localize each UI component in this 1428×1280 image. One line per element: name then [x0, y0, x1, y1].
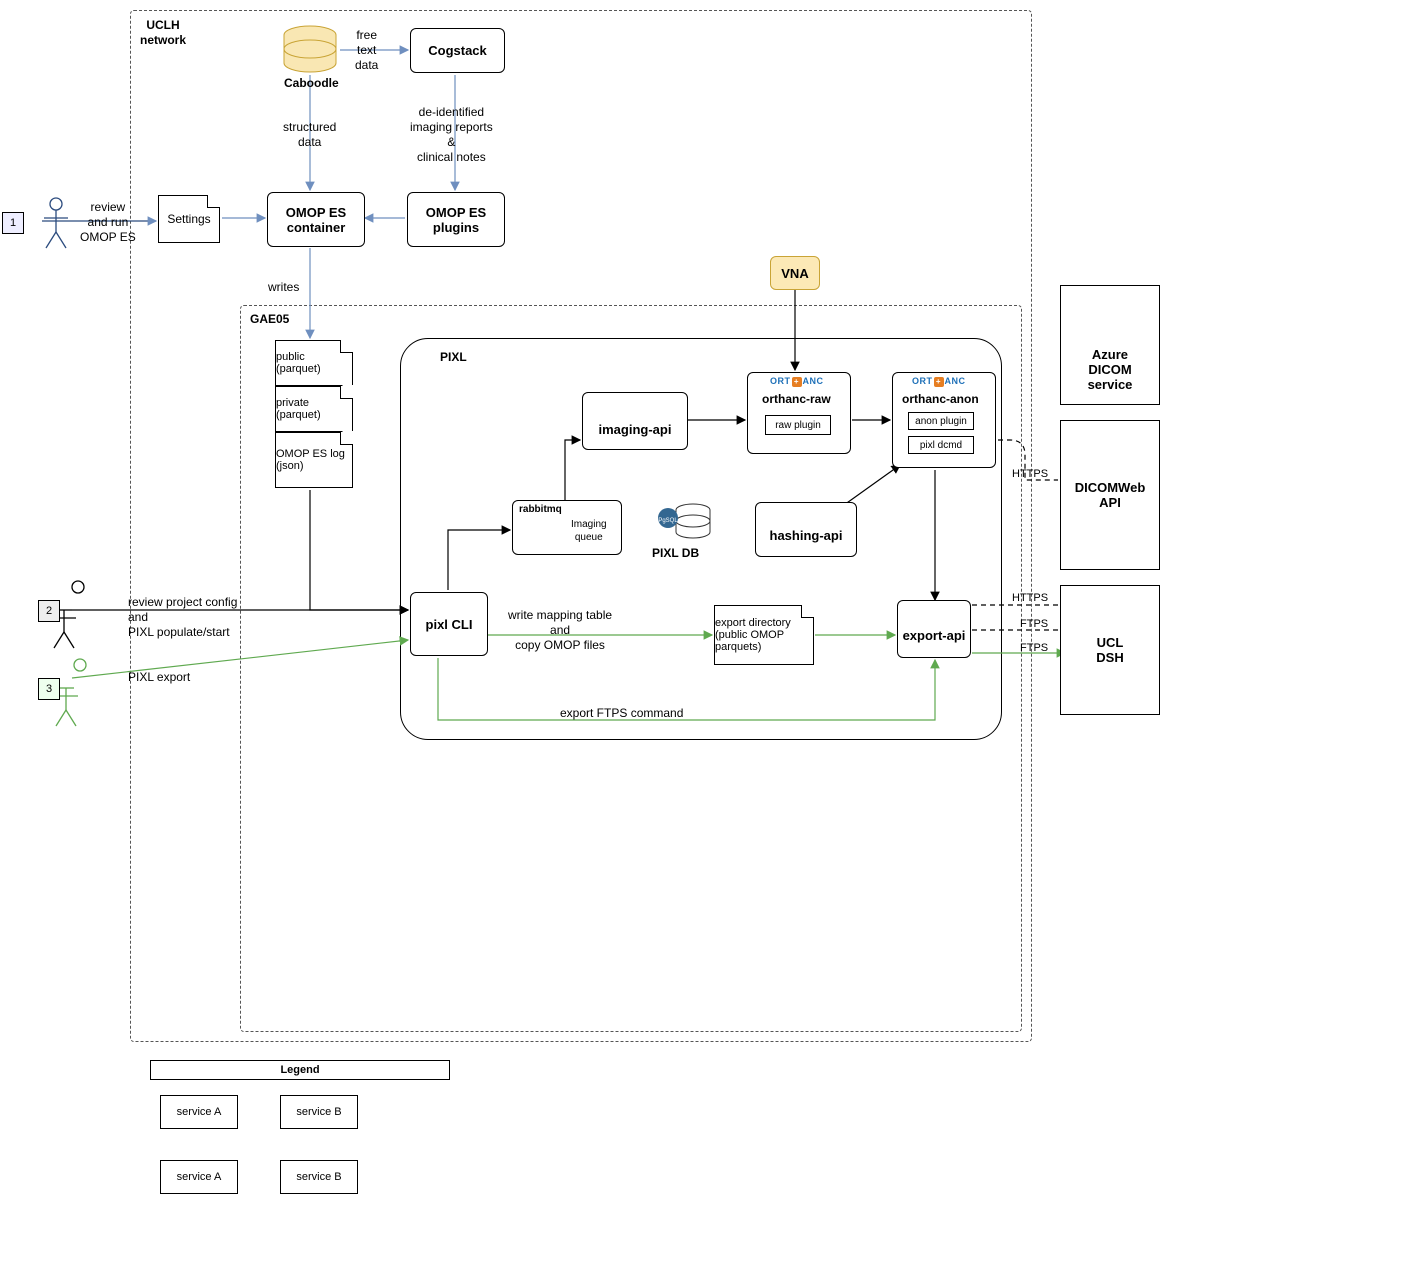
omop-plugins-box: OMOP ES plugins: [407, 192, 505, 247]
edge-https1: HTTPS: [1012, 468, 1048, 482]
azure-dicom-box: Azure DICOM service: [1060, 285, 1160, 405]
edge-review-run: review and run OMOP ES: [80, 200, 136, 245]
actor-3-tag: 3: [38, 678, 60, 700]
pixl-dcmd-box: pixl dcmd: [908, 436, 974, 454]
edge-ftps1: FTPS: [1020, 618, 1048, 632]
orthanc-logo-anon: ORT+ANC: [912, 376, 966, 387]
legend-a1: service A: [160, 1095, 238, 1129]
settings-label: Settings: [167, 212, 210, 226]
edge-deid: de-identified imaging reports & clinical…: [410, 105, 493, 165]
edge-pixl-export: PIXL export: [128, 670, 190, 685]
actor-1-tag: 1: [2, 212, 24, 234]
legend-title: Legend: [150, 1060, 450, 1080]
pixl-db-label: PIXL DB: [652, 546, 699, 561]
raw-plugin-box: raw plugin: [765, 415, 831, 435]
pixl-label: PIXL: [440, 350, 467, 365]
cogstack-box: Cogstack: [410, 28, 505, 73]
edge-review-project: review project config and PIXL populate/…: [128, 595, 237, 640]
actor-2-tag: 2: [38, 600, 60, 622]
ucl-dsh-box: UCL DSH: [1060, 585, 1160, 715]
dicomweb-box: DICOMWeb API: [1060, 420, 1160, 570]
edge-ftps2: FTPS: [1020, 642, 1048, 656]
imaging-queue-label: Imaging queue: [571, 519, 607, 544]
edge-write-mapping: write mapping table and copy OMOP files: [508, 608, 612, 653]
legend-frame: [150, 1060, 450, 1220]
edge-export-ftps: export FTPS command: [560, 706, 683, 721]
edge-writes: writes: [268, 280, 299, 295]
export-api-box: export-api: [897, 600, 971, 658]
caboodle-label: Caboodle: [284, 76, 339, 91]
private-parquet-file: private (parquet): [275, 386, 353, 432]
vna-box: VNA: [770, 256, 820, 290]
rabbitmq-label: rabbitmq: [519, 504, 562, 517]
export-dir-file: export directory (public OMOP parquets): [714, 605, 814, 665]
edge-free-text: free text data: [355, 28, 378, 73]
omop-container-box: OMOP ES container: [267, 192, 365, 247]
pixl-cli-box: pixl CLI: [410, 592, 488, 656]
orthanc-logo-raw: ORT+ANC: [770, 376, 824, 387]
edge-structured: structured data: [283, 120, 336, 150]
legend-b2: service B: [280, 1160, 358, 1194]
settings-file: Settings: [158, 195, 220, 243]
orthanc-raw-label: orthanc-raw: [762, 392, 831, 407]
imaging-api-box: imaging-api: [582, 392, 688, 450]
public-parquet-file: public (parquet): [275, 340, 353, 386]
anon-plugin-box: anon plugin: [908, 412, 974, 430]
orthanc-anon-label: orthanc-anon: [902, 392, 979, 407]
omop-log-file: OMOP ES log (json): [275, 432, 353, 488]
uclh-network-label: UCLH network: [140, 18, 186, 48]
legend-b1: service B: [280, 1095, 358, 1129]
edge-https2: HTTPS: [1012, 592, 1048, 606]
rabbitmq-box: rabbitmq Imaging queue: [512, 500, 622, 555]
gae05-label: GAE05: [250, 312, 289, 327]
legend-a2: service A: [160, 1160, 238, 1194]
hashing-api-box: hashing-api: [755, 502, 857, 557]
actor-1-figure: [44, 198, 68, 248]
